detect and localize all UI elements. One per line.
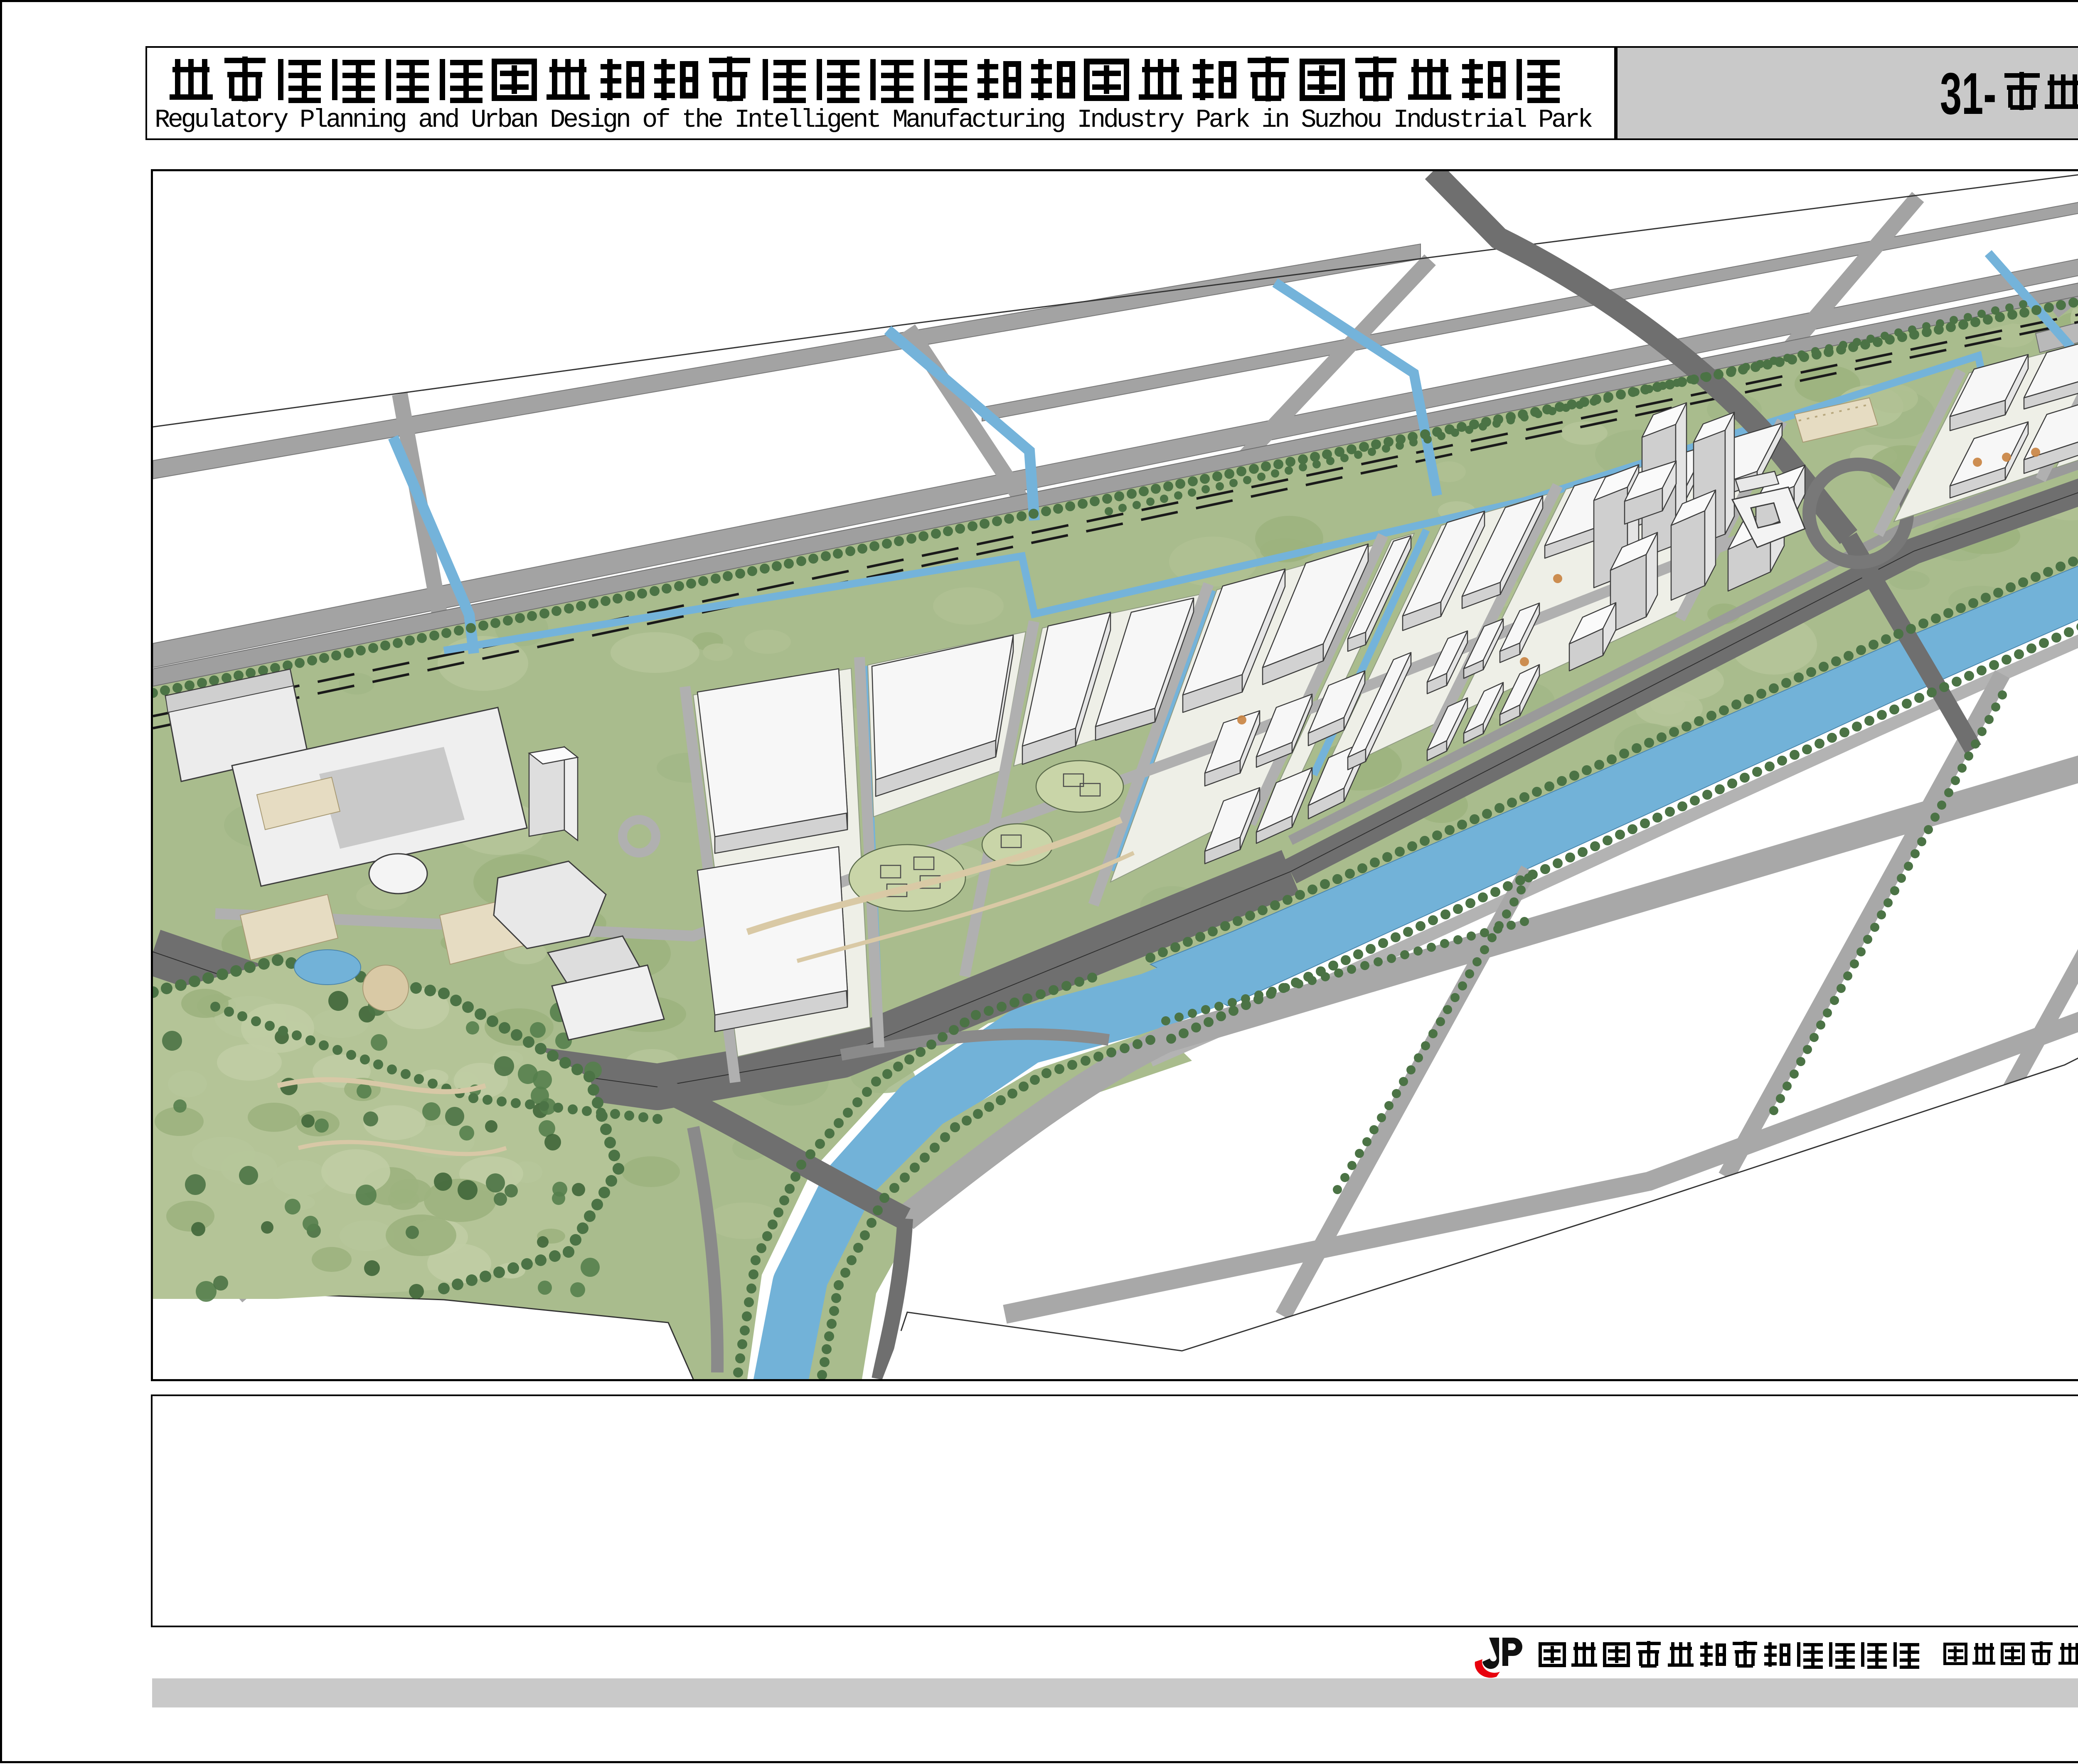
svg-text:31-: 31- bbox=[1940, 61, 1996, 127]
